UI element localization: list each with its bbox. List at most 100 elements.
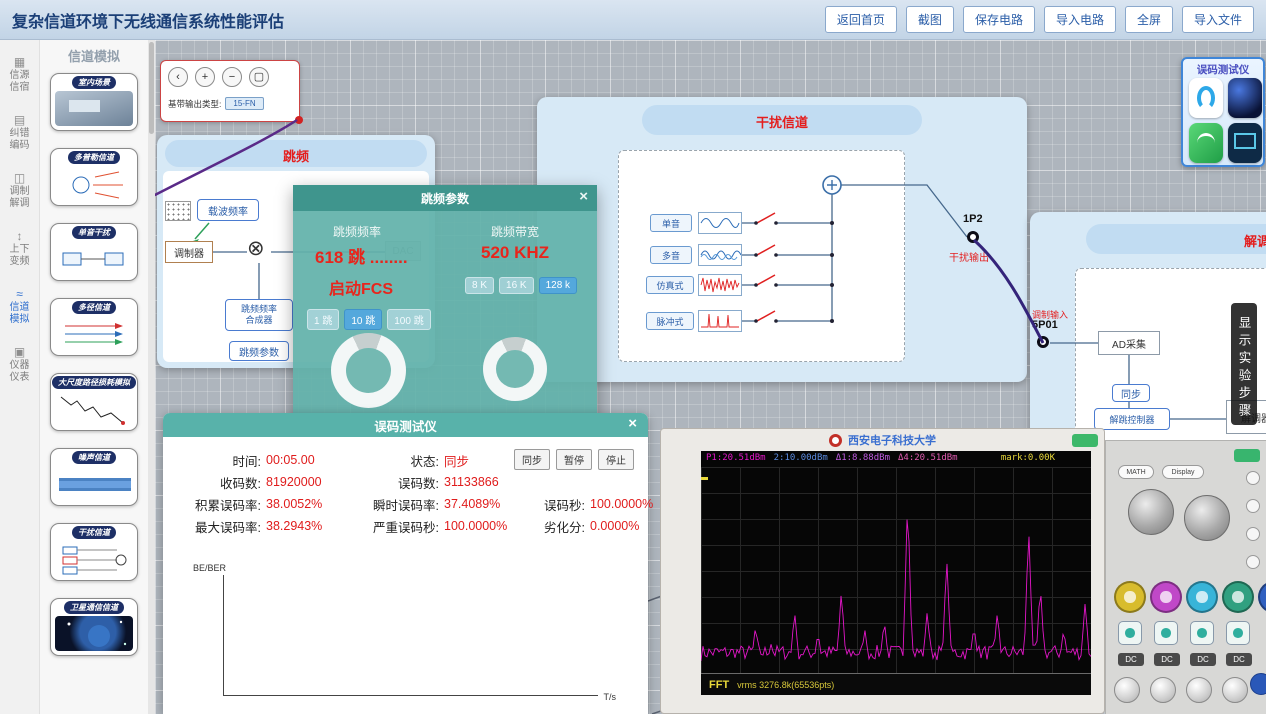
scrollbar-thumb[interactable] xyxy=(149,42,154,134)
main-knob[interactable] xyxy=(1128,489,1174,535)
save-circuit-button[interactable]: 保存电路 xyxy=(963,6,1035,33)
channel-button-2[interactable] xyxy=(1154,621,1178,645)
power-button[interactable] xyxy=(1072,434,1098,447)
close-icon[interactable]: × xyxy=(579,189,588,204)
channel-button-3[interactable] xyxy=(1190,621,1214,645)
nav-label: 仪表 xyxy=(10,372,30,384)
stat-label: 积累误码率: xyxy=(177,495,261,514)
monitor-app-icon[interactable] xyxy=(1228,123,1262,163)
sidebar-item-instruments[interactable]: ▣ 仪器 仪表 xyxy=(10,346,30,384)
ber-sync-button[interactable]: 同步 xyxy=(514,449,550,470)
baseband-type-select[interactable]: 15-FN xyxy=(225,97,263,110)
module-card-pathloss[interactable]: 大尺度路径损耗模拟 xyxy=(50,373,138,431)
channel-knob-yellow[interactable] xyxy=(1114,581,1146,613)
module-card-interference-channel[interactable]: 干扰信道 xyxy=(50,523,138,581)
sim-noise-option[interactable]: 仿真式 xyxy=(646,276,694,294)
panel-button-3[interactable] xyxy=(1246,527,1260,541)
baseband-source-box[interactable] xyxy=(165,201,191,221)
green-app-icon[interactable] xyxy=(1189,123,1223,163)
fullscreen-button[interactable]: 全屏 xyxy=(1125,6,1173,33)
module-card-satellite-channel[interactable]: 卫星通信信道 xyxy=(50,598,138,656)
channel-knob-blue[interactable] xyxy=(1258,581,1266,613)
multi-tone-option[interactable]: 多音 xyxy=(650,246,692,264)
zoom-out-icon[interactable]: − xyxy=(222,67,242,87)
trigger-knob[interactable] xyxy=(1250,673,1266,695)
channel-button-4[interactable] xyxy=(1226,621,1250,645)
hop-option-1[interactable]: 1 跳 xyxy=(307,309,339,330)
hop-synthesizer-box[interactable]: 跳频频率 合成器 xyxy=(225,299,293,331)
modal-header[interactable]: 跳频参数 xyxy=(293,185,597,211)
math-button[interactable]: MATH xyxy=(1118,465,1154,479)
screenshot-button[interactable]: 截图 xyxy=(906,6,954,33)
display-button[interactable]: Display xyxy=(1162,465,1204,479)
channel-knob-cyan[interactable] xyxy=(1186,581,1218,613)
channel-knob-magenta[interactable] xyxy=(1150,581,1182,613)
import-circuit-button[interactable]: 导入电路 xyxy=(1044,6,1116,33)
ber-mini-tiles xyxy=(1189,78,1262,163)
stat-value: 81920000 xyxy=(261,475,343,489)
pulse-option[interactable]: 脉冲式 xyxy=(646,312,694,330)
module-card-indoor-scene[interactable]: 室内场景 xyxy=(50,73,138,131)
offset-knob-4[interactable] xyxy=(1222,677,1248,703)
module-card-doppler-channel[interactable]: 多普勒信道 xyxy=(50,148,138,206)
sidebar-item-fec[interactable]: ▤ 纠错 编码 xyxy=(10,114,30,152)
stat-label: 收码数: xyxy=(177,473,261,492)
bw-option-8k[interactable]: 8 K xyxy=(465,277,494,294)
ber-mini-panel[interactable]: 误码测试仪 xyxy=(1181,57,1265,167)
module-card-single-tone[interactable]: 单音干扰 xyxy=(50,223,138,281)
card-label: 多径信道 xyxy=(72,301,116,314)
back-icon[interactable]: ‹ xyxy=(168,67,188,87)
secondary-knob[interactable] xyxy=(1184,495,1230,541)
output-port-dot[interactable] xyxy=(295,116,303,124)
nav-label: 编码 xyxy=(10,140,30,152)
ber-pause-button[interactable]: 暂停 xyxy=(556,449,592,470)
stat-value: 38.2943% xyxy=(261,519,343,533)
carrier-freq-button[interactable]: 载波频率 xyxy=(197,199,259,221)
instrument-power-button[interactable] xyxy=(1234,449,1260,462)
home-button[interactable]: 返回首页 xyxy=(825,6,897,33)
stat-label: 误码秒: xyxy=(527,495,585,514)
sidebar-item-mod-demod[interactable]: ◫ 调制 解调 xyxy=(10,172,30,210)
panel-button-2[interactable] xyxy=(1246,499,1260,513)
modulator-box[interactable]: 调制器 xyxy=(165,241,213,263)
offset-knob-1[interactable] xyxy=(1114,677,1140,703)
bw-option-128k[interactable]: 128 k xyxy=(539,277,577,294)
swirl-app-icon[interactable] xyxy=(1189,78,1223,118)
channel-button-1[interactable] xyxy=(1118,621,1142,645)
panel-button-4[interactable] xyxy=(1246,555,1260,569)
ber-chart-xlabel: T/s xyxy=(604,692,617,702)
ber-stop-button[interactable]: 停止 xyxy=(598,449,634,470)
ad-capture-box[interactable]: AD采集 xyxy=(1098,331,1160,355)
panel-button-1[interactable] xyxy=(1246,471,1260,485)
ber-header[interactable]: 误码测试仪 xyxy=(163,413,648,437)
offset-knob-2[interactable] xyxy=(1150,677,1176,703)
sidebar-item-source-sink[interactable]: ▦ 信源 信宿 xyxy=(10,56,30,94)
mod-input-port[interactable] xyxy=(1037,336,1049,348)
sidebar-item-channel-sim[interactable]: ≈ 信道 模拟 xyxy=(10,288,30,326)
dehop-controller-box[interactable]: 解跳控制器 xyxy=(1094,408,1170,430)
sidebar-item-freq-conv[interactable]: ↕ 上下 变频 xyxy=(10,230,30,268)
module-card-multipath[interactable]: 多径信道 xyxy=(50,298,138,356)
spectrum-brand: 西安电子科技大学 xyxy=(848,432,936,448)
show-steps-button[interactable]: 显示实验步骤 xyxy=(1231,303,1257,425)
bw-option-16k[interactable]: 16 K xyxy=(499,277,534,294)
hop-option-10[interactable]: 10 跳 xyxy=(344,309,382,330)
import-file-button[interactable]: 导入文件 xyxy=(1182,6,1254,33)
satellite-app-icon[interactable] xyxy=(1228,78,1262,118)
zoom-in-icon[interactable]: + xyxy=(195,67,215,87)
fit-view-icon[interactable]: ▢ xyxy=(249,67,269,87)
channel-knob-teal[interactable] xyxy=(1222,581,1254,613)
sync-button[interactable]: 同步 xyxy=(1112,384,1150,402)
single-tone-option[interactable]: 单音 xyxy=(650,214,692,232)
hop-params-button[interactable]: 跳频参数 xyxy=(229,341,289,361)
offset-knob-3[interactable] xyxy=(1186,677,1212,703)
start-fcs-button[interactable]: 启动FCS xyxy=(329,275,393,299)
stat-label: 最大误码率: xyxy=(177,517,261,536)
sidebar-scrollbar[interactable] xyxy=(148,40,155,714)
close-icon[interactable]: × xyxy=(628,416,637,431)
hop-option-100[interactable]: 100 跳 xyxy=(387,309,430,330)
interference-output-port[interactable] xyxy=(967,231,979,243)
circuit-canvas[interactable]: 跳频 载波频率 调制器 ⊗ DAC 跳频频率 合成器 跳频参数 xyxy=(155,40,1266,714)
module-card-noise-channel[interactable]: 噪声信道 xyxy=(50,448,138,506)
interference-panel: 干扰信道 xyxy=(537,97,1027,382)
